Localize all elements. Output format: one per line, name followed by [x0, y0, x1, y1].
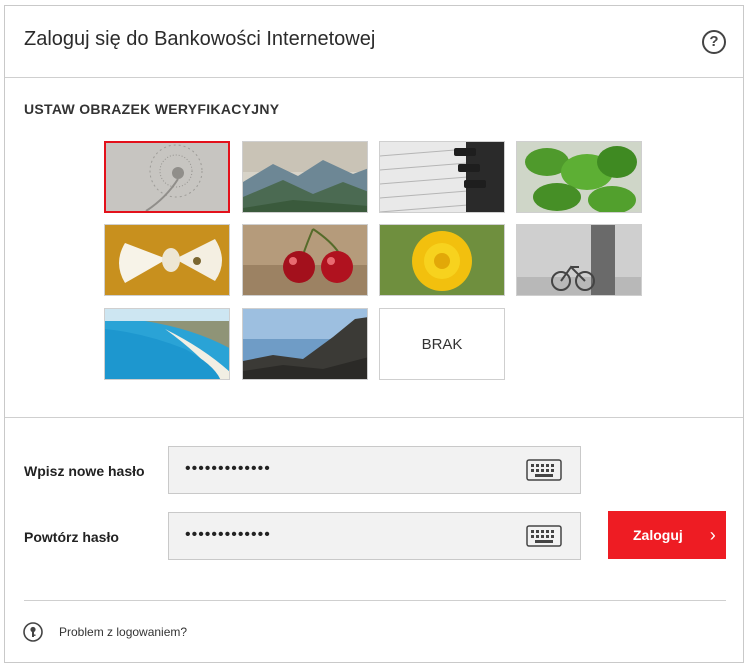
divider [5, 417, 743, 418]
mountains-image [243, 142, 367, 212]
section-title: USTAW OBRAZEK WERYFIKACYJNY [24, 101, 280, 117]
new-password-field[interactable]: ••••••••••••• [168, 446, 581, 494]
coastline-rocks-image [243, 309, 367, 379]
image-tile-piano-keys[interactable] [379, 141, 505, 213]
keyboard-icon[interactable] [526, 525, 562, 547]
image-tile-dandelion-seeds[interactable] [104, 141, 230, 213]
image-tile-basil-leaves[interactable] [516, 141, 642, 213]
problem-link[interactable]: Problem z logowaniem? [59, 625, 187, 639]
piano-keys-image [380, 142, 504, 212]
key-icon [23, 622, 43, 642]
footer-divider [24, 600, 726, 601]
image-tile-bicycle-tree[interactable] [516, 224, 642, 296]
page-title: Zaloguj się do Bankowości Internetowej [24, 28, 376, 50]
image-tile-bow-tie[interactable] [104, 224, 230, 296]
login-button-label: Zaloguj [633, 527, 683, 543]
beach-image [105, 309, 229, 379]
image-tile-dandelion-flower[interactable] [379, 224, 505, 296]
cherries-image [243, 225, 367, 295]
basil-leaves-image [517, 142, 641, 212]
image-tile-mountains[interactable] [242, 141, 368, 213]
bicycle-tree-image [517, 225, 641, 295]
dandelion-flower-image [380, 225, 504, 295]
new-password-label: Wpisz nowe hasło [24, 463, 145, 479]
image-tile-beach[interactable] [104, 308, 230, 380]
image-tile-coastline-rocks[interactable] [242, 308, 368, 380]
keyboard-icon[interactable] [526, 459, 562, 481]
bow-tie-image [105, 225, 229, 295]
repeat-password-value: ••••••••••••• [185, 526, 271, 543]
none-label: BRAK [421, 335, 463, 353]
image-tile-none[interactable]: BRAK [379, 308, 505, 380]
repeat-password-label: Powtórz hasło [24, 529, 119, 545]
new-password-value: ••••••••••••• [185, 460, 271, 477]
help-icon[interactable]: ? [702, 30, 726, 54]
login-panel: Zaloguj się do Bankowości Internetowej ?… [4, 5, 744, 663]
header: Zaloguj się do Bankowości Internetowej ? [5, 6, 743, 78]
login-button[interactable]: Zaloguj › [608, 511, 726, 559]
dandelion-seeds-image [106, 143, 228, 211]
chevron-right-icon: › [709, 524, 716, 545]
image-tile-cherries[interactable] [242, 224, 368, 296]
repeat-password-field[interactable]: ••••••••••••• [168, 512, 581, 560]
